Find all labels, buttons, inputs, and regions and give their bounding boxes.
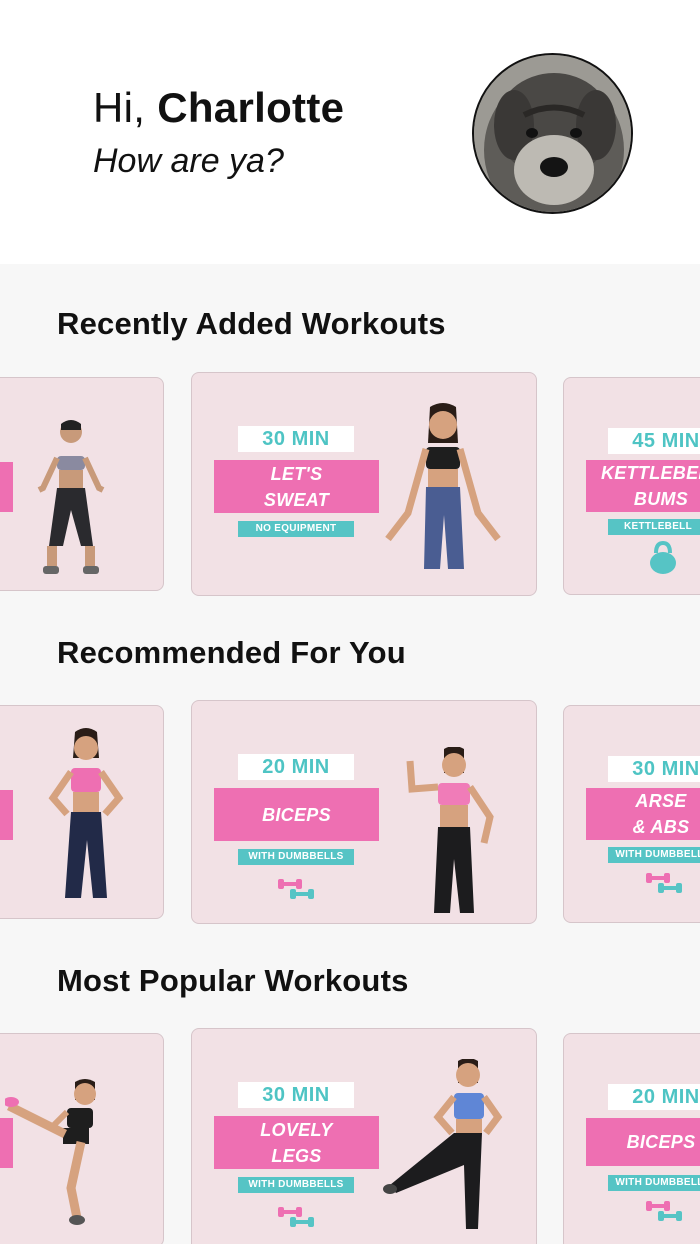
workout-name: BICEPS (214, 788, 379, 841)
dumbbells-icon (278, 1207, 314, 1227)
duration-label: 45 MIN (608, 428, 700, 454)
workout-card[interactable] (0, 705, 164, 919)
athlete-image (385, 403, 501, 569)
duration-label: 20 MIN (238, 754, 354, 780)
duration-label: 30 MIN (238, 426, 354, 452)
athlete-image (48, 728, 124, 898)
equipment-tag: WITH DUMBBELLS (608, 847, 700, 863)
equipment-tag: NO EQUIPMENT (238, 521, 354, 537)
workout-name: KETTLEBELL BUMS (586, 460, 700, 512)
card-title-bar (0, 790, 13, 840)
dumbbells-icon (278, 879, 314, 899)
athlete-image (383, 1059, 503, 1229)
workout-name: LOVELY LEGS (214, 1116, 379, 1169)
dumbbells-icon (646, 873, 682, 893)
equipment-tag: WITH DUMBBELLS (608, 1175, 700, 1191)
section-title-recent: Recently Added Workouts (57, 306, 446, 341)
avatar[interactable] (472, 53, 633, 214)
workout-name: ARSE & ABS (586, 788, 700, 840)
workout-card[interactable] (0, 1033, 164, 1244)
workout-name: LET'S SWEAT (214, 460, 379, 513)
equipment-tag: WITH DUMBBELLS (238, 1177, 354, 1193)
equipment-tag: WITH DUMBBELLS (238, 849, 354, 865)
header-wave (0, 267, 700, 290)
greeting-hi: Hi, (93, 84, 146, 131)
workout-card[interactable]: 30 MIN LET'S SWEAT NO EQUIPMENT (191, 372, 537, 596)
dog-avatar-image (474, 55, 631, 212)
workout-card[interactable]: 20 MIN BICEPS WITH DUMBBELLS (191, 700, 537, 924)
card-title-bar (0, 462, 13, 512)
duration-label: 30 MIN (238, 1082, 354, 1108)
athlete-image (5, 1079, 96, 1225)
equipment-tag: KETTLEBELL (608, 519, 700, 535)
section-title-popular: Most Popular Workouts (57, 963, 409, 998)
athlete-image (406, 747, 494, 913)
workout-card[interactable]: 20 MIN BICEPS WITH DUMBBELLS (563, 1033, 700, 1244)
dumbbells-icon (646, 1201, 682, 1221)
duration-label: 20 MIN (608, 1084, 700, 1110)
workout-card[interactable]: 30 MIN ARSE & ABS WITH DUMBBELLS (563, 705, 700, 923)
workout-name: BICEPS (586, 1118, 700, 1166)
workout-card[interactable] (0, 377, 164, 591)
greeting: Hi, Charlotte (93, 84, 344, 132)
workout-card[interactable]: 45 MIN KETTLEBELL BUMS KETTLEBELL (563, 377, 700, 595)
greeting-name: Charlotte (157, 84, 345, 131)
athlete-image (37, 420, 105, 574)
workout-card[interactable]: 30 MIN LOVELY LEGS WITH DUMBBELLS (191, 1028, 537, 1244)
greeting-subtitle: How are ya? (93, 142, 284, 180)
section-title-recommended: Recommended For You (57, 635, 406, 670)
kettlebell-icon (650, 541, 676, 574)
duration-label: 30 MIN (608, 756, 700, 782)
